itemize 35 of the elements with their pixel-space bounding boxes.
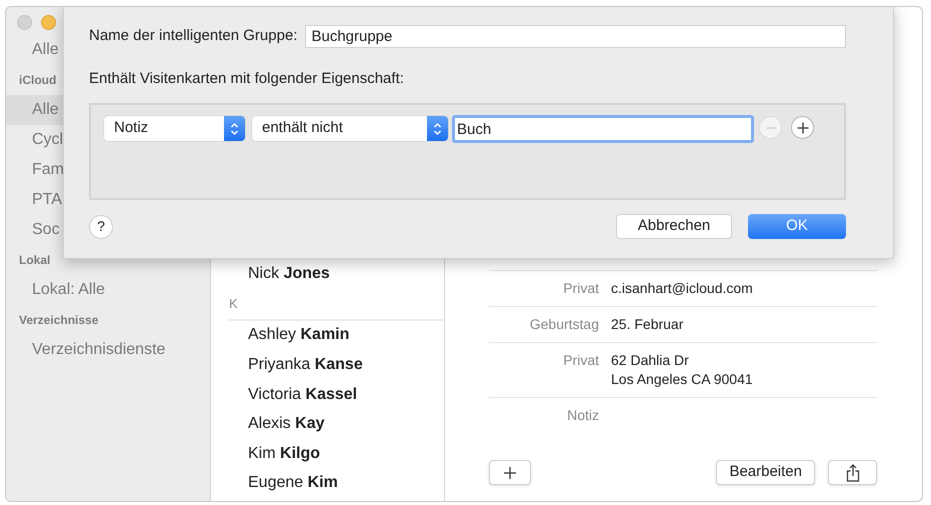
help-button[interactable]: ? (89, 214, 113, 238)
value-field[interactable]: Buch (452, 115, 754, 143)
contact-name[interactable]: Nick Jones (248, 262, 330, 286)
field-label: Notiz (566, 406, 599, 425)
field-value: 62 Dahlia Dr Los Angeles CA 90041 (611, 351, 753, 389)
plus-icon (503, 466, 517, 480)
cancel-button[interactable]: Abbrechen (616, 214, 732, 239)
name-label: Name der intelligenten Gruppe: (89, 26, 298, 46)
field-value: 25. Februar (611, 315, 684, 334)
contact-name[interactable]: Ashley Kamin (248, 323, 350, 348)
property-popup[interactable]: Notiz (104, 116, 245, 141)
section-header: Lokal (19, 252, 50, 269)
contact-name[interactable]: Victoria Kassel (248, 382, 358, 407)
condition-label: Enthält Visitenkarten mit folgender Eigenschaft: (89, 68, 404, 89)
contact-name[interactable]: Alexis Kay (248, 412, 324, 436)
section-header: iCloud (19, 72, 56, 89)
field-label: Privat (562, 351, 599, 370)
edit-button[interactable]: Bearbeiten (716, 460, 815, 485)
field-label: Geburtstag (528, 315, 599, 334)
contact-name[interactable]: Priyanka Kanse (248, 352, 363, 377)
share-button[interactable] (828, 460, 877, 485)
contact-name[interactable]: Kim Kilgo (248, 442, 320, 466)
contact-name[interactable]: Eugene Kim (248, 471, 338, 496)
add-button[interactable] (489, 460, 531, 485)
share-icon (846, 464, 860, 482)
sidebar-item[interactable]: Lokal: Alle (6, 275, 210, 305)
letter-header: K (229, 294, 238, 313)
stepper-icon (224, 116, 245, 141)
field-label: Privat (562, 279, 599, 298)
sidebar-item[interactable]: Verzeichnisdienste (6, 335, 210, 365)
name-field[interactable]: Buchgruppe (305, 25, 846, 48)
field-value: c.isanhart@icloud.com (611, 279, 753, 298)
operator-popup[interactable]: enthält nicht (252, 116, 448, 141)
section-header: Verzeichnisse (19, 312, 98, 329)
stepper-icon (427, 116, 448, 141)
